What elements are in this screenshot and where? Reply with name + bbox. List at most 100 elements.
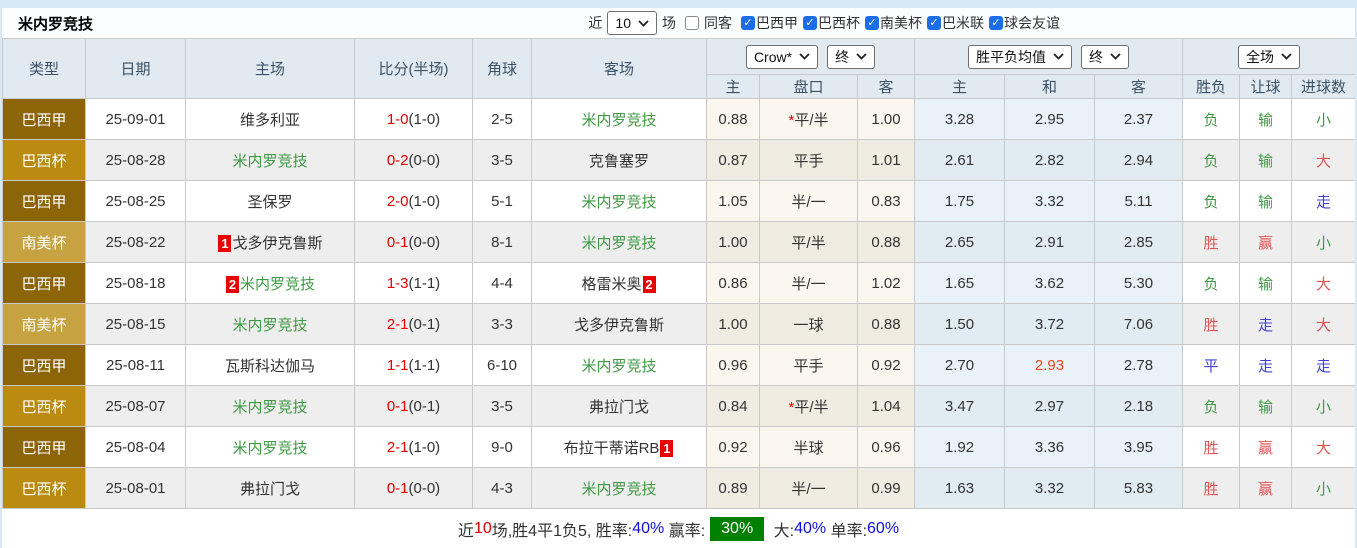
col-header-score: 比分(半场) — [354, 38, 473, 99]
away-team-name: 米内罗竞技 — [581, 357, 657, 375]
table-row: 巴西杯 25-08-01 弗拉门戈 0-1(0-0) 4-3 米内罗竞技 0.8… — [2, 467, 1355, 509]
league-filter-cup: ✓ 巴西杯 — [803, 13, 860, 33]
avg-draw-cell: 2.82 — [1004, 139, 1095, 181]
odds-company-select[interactable]: Crow* — [745, 44, 819, 69]
date-cell: 25-08-11 — [85, 344, 186, 386]
avg-draw-cell: 3.62 — [1004, 262, 1095, 304]
avg-draw-cell: 3.36 — [1004, 426, 1095, 468]
half-time-score: (1-1) — [408, 356, 441, 374]
avg-home-cell: 1.75 — [914, 180, 1005, 222]
corners-cell: 3-3 — [472, 303, 532, 345]
result-scope-select[interactable]: 全场 — [1238, 44, 1300, 69]
full-time-score: 0-1 — [386, 233, 409, 251]
date-cell: 25-08-18 — [85, 262, 186, 304]
odds-time-value: 终 — [835, 48, 850, 65]
summary-segment: 赢率: — [664, 523, 706, 540]
result-outcome-cell: 胜 — [1182, 467, 1240, 509]
away-team-cell: 米内罗竞技 — [531, 98, 707, 140]
league-filter-label: 南美杯 — [880, 15, 922, 31]
avg-odds-select[interactable]: 胜平负均值 — [968, 44, 1072, 69]
away-team-name: 米内罗竞技 — [581, 234, 657, 252]
away-team-cell: 米内罗竞技 — [531, 221, 707, 263]
league-filter-checkbox[interactable]: ✓ — [741, 16, 755, 30]
table-row: 巴西甲 25-08-11 瓦斯科达伽马 1-1(1-1) 6-10 米内罗竞技 … — [2, 344, 1355, 386]
chevron-down-icon — [1110, 53, 1121, 60]
league-cell: 南美杯 — [2, 303, 86, 345]
handicap-text: 平/半 — [794, 398, 829, 416]
avg-away-cell: 3.95 — [1094, 426, 1183, 468]
recent-count-select[interactable]: 10 — [607, 11, 657, 35]
score-cell: 2-1(0-1) — [354, 303, 473, 345]
home-team-cell: 圣保罗 — [185, 180, 355, 222]
league-cell: 巴西甲 — [2, 426, 86, 468]
crow-away-odds-cell: 0.99 — [857, 467, 915, 509]
summary-segment: 40% — [632, 520, 665, 537]
league-filter-checkbox[interactable]: ✓ — [803, 16, 817, 30]
result-goals-cell: 走 — [1291, 180, 1355, 222]
odds-time-select[interactable]: 终 — [827, 44, 876, 69]
crow-away-odds-cell: 1.02 — [857, 262, 915, 304]
avg-home-cell: 2.61 — [914, 139, 1005, 181]
same-away-label: 同客 — [704, 15, 732, 31]
league-cell: 巴西杯 — [2, 385, 86, 427]
sub-header-avg-away: 客 — [1094, 74, 1183, 99]
avg-home-cell: 1.50 — [914, 303, 1005, 345]
table-row: 巴西甲 25-08-25 圣保罗 2-0(1-0) 5-1 米内罗竞技 1.05… — [2, 180, 1355, 222]
away-team-name: 米内罗竞技 — [581, 193, 657, 211]
avg-home-cell: 2.65 — [914, 221, 1005, 263]
half-time-score: (0-0) — [408, 151, 441, 169]
home-team-cell: 米内罗竞技 — [185, 426, 355, 468]
date-cell: 25-09-01 — [85, 98, 186, 140]
league-filter-checkbox[interactable]: ✓ — [989, 16, 1003, 30]
home-team-cell: 瓦斯科达伽马 — [185, 344, 355, 386]
league-filter-checkbox[interactable]: ✓ — [865, 16, 879, 30]
handicap-text: 平手 — [793, 152, 824, 170]
result-goals-cell: 小 — [1291, 221, 1355, 263]
avg-home-cell: 1.63 — [914, 467, 1005, 509]
league-cell: 南美杯 — [2, 221, 86, 263]
score-cell: 0-1(0-0) — [354, 467, 473, 509]
avg-time-select[interactable]: 终 — [1081, 44, 1129, 69]
result-goals-cell: 大 — [1291, 303, 1355, 345]
league-filter-friendly: ✓ 球会友谊 — [989, 13, 1060, 33]
half-time-score: (0-1) — [408, 397, 441, 415]
away-team-name: 戈多伊克鲁斯 — [573, 316, 664, 334]
summary-bar: 近 10 场,胜4平1负5, 胜率: 40% 赢率: 30% 大: 40% 单率: 60% — [2, 509, 1355, 548]
summary-segment: 场,胜4平1负5, 胜率: — [491, 523, 633, 540]
corners-cell: 2-5 — [472, 98, 532, 140]
result-outcome-cell: 胜 — [1182, 303, 1240, 345]
avg-home-cell: 3.47 — [914, 385, 1005, 427]
avg-draw-cell: 3.32 — [1004, 180, 1095, 222]
result-outcome-cell: 负 — [1182, 385, 1240, 427]
result-handicap-cell: 输 — [1239, 139, 1292, 181]
red-card-badge: 1 — [660, 440, 674, 458]
league-filter-checkbox[interactable]: ✓ — [927, 16, 941, 30]
league-filter-serie-a: ✓ 巴西甲 — [741, 13, 798, 33]
score-cell: 2-0(1-0) — [354, 180, 473, 222]
crow-away-odds-cell: 1.01 — [857, 139, 915, 181]
home-team-name: 圣保罗 — [247, 193, 293, 211]
chevron-down-icon — [799, 53, 810, 60]
home-team-name: 维多利亚 — [239, 111, 300, 129]
chevron-down-icon — [638, 19, 649, 27]
chevron-down-icon — [856, 53, 867, 60]
crow-away-odds-cell: 0.88 — [857, 303, 915, 345]
full-time-score: 1-0 — [386, 110, 409, 128]
league-filter-label: 巴西甲 — [756, 15, 798, 31]
same-away-checkbox[interactable] — [685, 16, 699, 30]
avg-away-cell: 2.37 — [1094, 98, 1183, 140]
result-outcome-cell: 负 — [1182, 98, 1240, 140]
avg-draw-cell: 3.32 — [1004, 467, 1095, 509]
avg-home-cell: 1.92 — [914, 426, 1005, 468]
full-time-score: 1-1 — [386, 356, 409, 374]
col-header-away: 客场 — [531, 38, 707, 99]
handicap-cell: 一球 — [759, 303, 858, 345]
crow-away-odds-cell: 0.88 — [857, 221, 915, 263]
away-team-cell: 戈多伊克鲁斯 — [531, 303, 707, 345]
handicap-cell: 半球 — [759, 426, 858, 468]
away-team-cell: 克鲁塞罗 — [531, 139, 707, 181]
result-outcome-cell: 胜 — [1182, 426, 1240, 468]
league-filter-label: 球会友谊 — [1004, 15, 1060, 31]
result-goals-cell: 小 — [1291, 385, 1355, 427]
avg-home-cell: 1.65 — [914, 262, 1005, 304]
